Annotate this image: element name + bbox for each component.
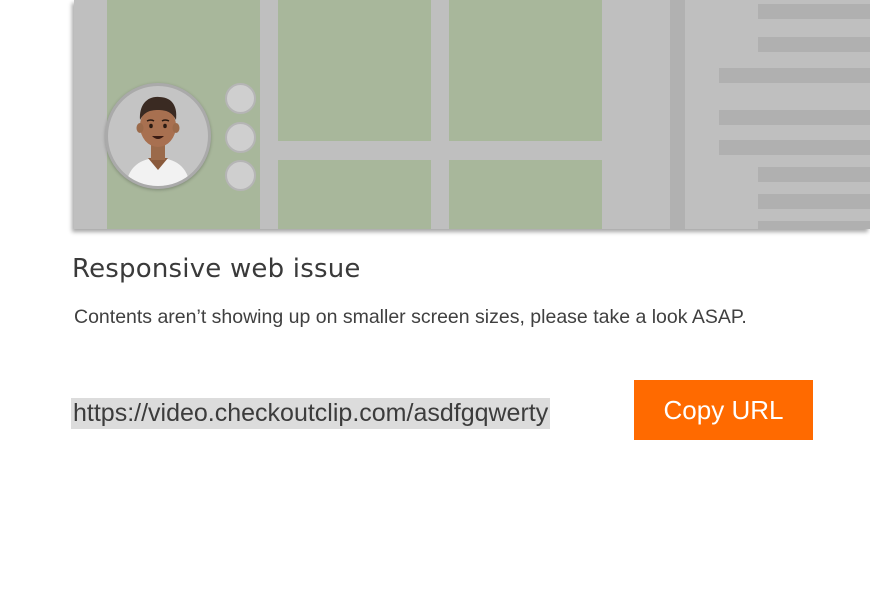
thumbnail-text-line <box>758 221 870 229</box>
thumbnail-dot <box>225 83 256 114</box>
share-url-field[interactable]: https://video.checkoutclip.com/asdfgqwer… <box>71 398 551 429</box>
thumbnail-dot <box>225 160 256 191</box>
thumbnail-text-line <box>758 4 870 19</box>
thumbnail-sidebar <box>670 0 685 229</box>
thumbnail-text-line <box>758 167 870 182</box>
thumbnail-dot <box>225 122 256 153</box>
thumbnail-tile <box>278 0 431 141</box>
thumbnail-text-line <box>719 110 870 125</box>
thumbnail-tile <box>449 160 602 229</box>
thumbnail-text-line <box>758 194 870 209</box>
thumbnail-tile <box>449 0 602 141</box>
copy-url-button[interactable]: Copy URL <box>634 380 813 440</box>
person-avatar-icon <box>105 83 211 189</box>
thumbnail-text-line <box>758 37 870 52</box>
thumbnail-text-line <box>719 140 870 155</box>
video-share-card: Responsive web issue Contents aren’t sho… <box>0 0 870 589</box>
video-description: Contents aren’t showing up on smaller sc… <box>74 306 747 328</box>
video-title: Responsive web issue <box>72 254 361 284</box>
video-thumbnail[interactable] <box>74 0 870 229</box>
thumbnail-text-line <box>719 68 870 83</box>
thumbnail-tile <box>278 160 431 229</box>
